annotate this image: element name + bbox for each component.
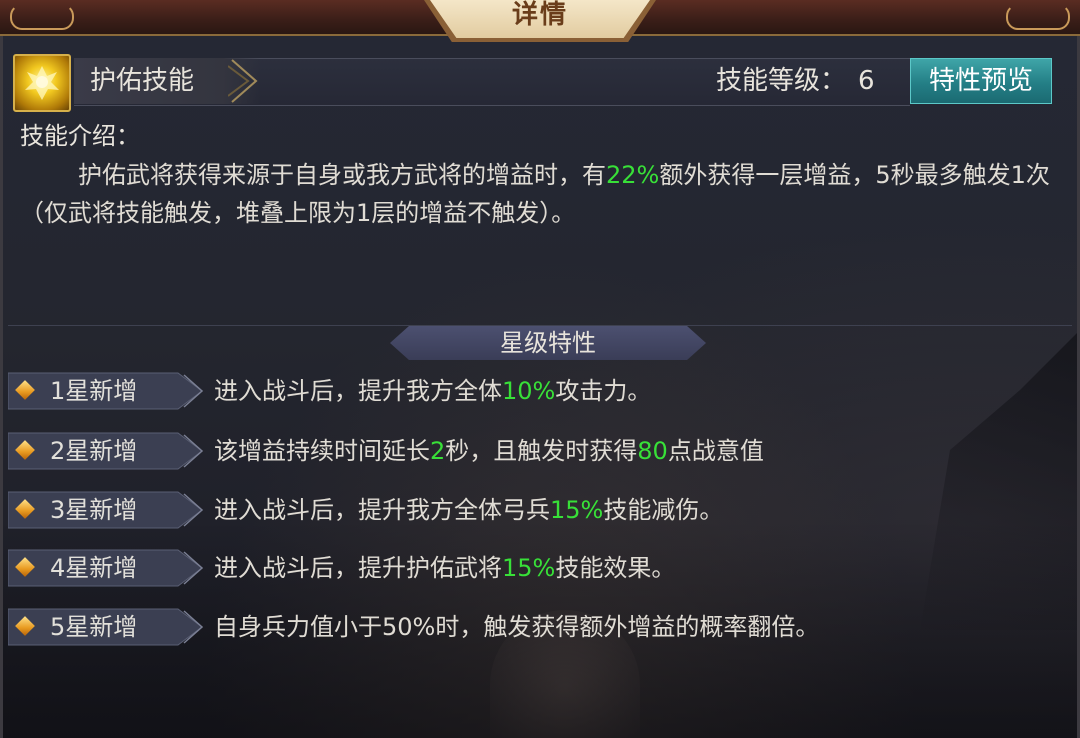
star-row-4: 4星新增 进入战斗后，提升护佑武将15%技能效果。	[0, 548, 1080, 592]
star-section-title: 星级特性	[500, 329, 596, 357]
intro-highlight-value: 22%	[606, 161, 660, 189]
star-tag-label: 3星新增	[50, 496, 138, 524]
desc-part: 秒，且触发时获得	[445, 437, 638, 465]
star-row-2: 2星新增 该增益持续时间延长2秒，且触发时获得80点战意值	[0, 431, 1080, 475]
ornament-left-icon	[10, 4, 74, 30]
page-title: 详情	[511, 0, 568, 30]
star-tag-label: 2星新增	[50, 437, 138, 465]
star-tag-label: 4星新增	[50, 554, 138, 582]
star-tag-label: 5星新增	[50, 613, 138, 641]
desc-highlight: 2	[430, 437, 446, 465]
star-tag-label: 1星新增	[50, 377, 138, 405]
star-description: 自身兵力值小于50%时，触发获得额外增益的概率翻倍。	[214, 607, 819, 647]
star-tag: 3星新增	[8, 490, 204, 530]
skill-level-value: 6	[858, 66, 875, 96]
intro-title: 技能介绍：	[20, 122, 140, 150]
golden-spirit-icon	[25, 66, 59, 100]
desc-part: 进入战斗后，提升我方全体弓兵	[214, 496, 550, 524]
desc-highlight: 15%	[550, 496, 604, 524]
skill-level-label: 技能等级：	[716, 66, 847, 96]
desc-part: 技能效果。	[555, 554, 676, 582]
desc-part: 进入战斗后，提升护佑武将	[214, 554, 502, 582]
star-row-1: 1星新增 进入战斗后，提升我方全体10%攻击力。	[0, 371, 1080, 415]
star-description: 该增益持续时间延长2秒，且触发时获得80点战意值	[214, 431, 764, 471]
desc-part: 技能减伤。	[603, 496, 724, 524]
desc-part: 该增益持续时间延长	[214, 437, 430, 465]
star-row-3: 3星新增 进入战斗后，提升我方全体弓兵15%技能减伤。	[0, 490, 1080, 534]
desc-highlight: 80	[637, 437, 668, 465]
star-tag: 2星新增	[8, 431, 204, 471]
intro-text: 护佑武将获得来源于自身或我方武将的增益时，有22%额外获得一层增益，5秒最多触发…	[20, 156, 1070, 232]
intro-text-part: 护佑武将获得来源于自身或我方武将的增益时，有	[78, 161, 606, 189]
skill-icon	[13, 54, 71, 112]
star-description: 进入战斗后，提升我方全体弓兵15%技能减伤。	[214, 490, 723, 530]
star-tag: 1星新增	[8, 371, 204, 411]
star-description: 进入战斗后，提升护佑武将15%技能效果。	[214, 548, 675, 588]
ornament-right-icon	[1006, 4, 1070, 30]
star-tag: 4星新增	[8, 548, 204, 588]
star-tag: 5星新增	[8, 607, 204, 647]
trait-preview-button[interactable]: 特性预览	[910, 58, 1052, 104]
skill-name: 护佑技能	[90, 66, 195, 96]
desc-part: 点战意值	[667, 437, 764, 465]
desc-part: 进入战斗后，提升我方全体	[214, 377, 502, 405]
desc-part: 攻击力。	[555, 377, 652, 405]
star-description: 进入战斗后，提升我方全体10%攻击力。	[214, 371, 651, 411]
desc-highlight: 15%	[502, 554, 556, 582]
desc-part: 自身兵力值小于50%时，触发获得额外增益的概率翻倍。	[214, 613, 820, 641]
desc-highlight: 10%	[502, 377, 556, 405]
chevron-right-icon	[228, 59, 258, 103]
star-row-5: 5星新增 自身兵力值小于50%时，触发获得额外增益的概率翻倍。	[0, 607, 1080, 651]
